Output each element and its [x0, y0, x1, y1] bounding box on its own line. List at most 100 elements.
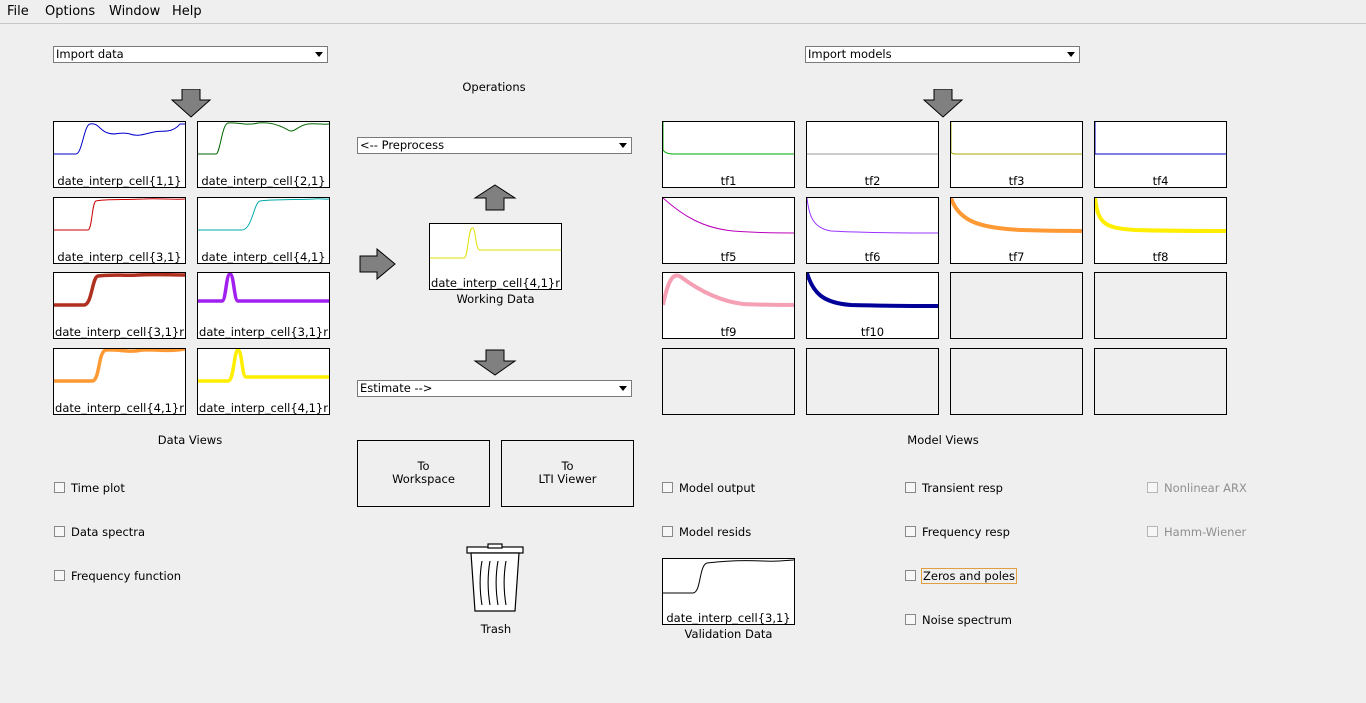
- data-views-title: Data Views: [157, 433, 223, 447]
- import-data-selected: Import data: [56, 47, 124, 61]
- data-tile[interactable]: date_interp_cell{3,1}: [53, 197, 186, 264]
- data-tile[interactable]: date_interp_cell{1,1}: [53, 121, 186, 188]
- signal-trace: [1095, 198, 1226, 233]
- model-plot: [663, 122, 794, 155]
- menu-bar: File Options Window Help: [0, 0, 1366, 24]
- data-plot: [198, 273, 329, 303]
- signal-trace: [54, 349, 185, 383]
- import-data-dropdown[interactable]: Import data: [53, 46, 328, 63]
- data-tile[interactable]: date_interp_cell{3,1}r: [197, 272, 330, 339]
- model-tile[interactable]: tf2: [806, 121, 939, 188]
- data-tile[interactable]: date_interp_cell{4,1}r: [53, 348, 186, 415]
- arrow-down-icon: [170, 89, 212, 118]
- signal-trace: [198, 122, 329, 155]
- to-lti-line2: LTI Viewer: [538, 472, 597, 486]
- validation-data-caption: Validation Data: [684, 627, 773, 641]
- estimate-selected: Estimate -->: [360, 381, 433, 395]
- menu-window[interactable]: Window: [109, 4, 160, 19]
- data-tile[interactable]: date_interp_cell{3,1}r: [53, 272, 186, 339]
- trash-icon[interactable]: [466, 543, 526, 615]
- preprocess-dropdown[interactable]: <-- Preprocess: [357, 137, 632, 154]
- menu-help[interactable]: Help: [172, 4, 202, 19]
- model-tile[interactable]: tf1: [662, 121, 795, 188]
- signal-trace: [198, 273, 329, 303]
- data-plot: [198, 122, 329, 155]
- chevron-down-icon: [315, 52, 323, 57]
- data-tile[interactable]: date_interp_cell{4,1}r: [197, 348, 330, 415]
- model-tile[interactable]: tf3: [950, 121, 1083, 188]
- data-plot: [54, 349, 185, 383]
- model-plot: [663, 273, 794, 307]
- model-tile-name: tf4: [1152, 174, 1169, 188]
- chevron-down-icon: [619, 143, 627, 148]
- data-plot: [54, 123, 185, 155]
- noise-spectrum-checkbox[interactable]: Noise spectrum: [905, 613, 1012, 627]
- signal-trace: [951, 122, 1082, 155]
- hamm-wiener-checkbox[interactable]: Hamm-Wiener: [1147, 525, 1246, 539]
- to-workspace-tile[interactable]: To Workspace: [357, 440, 490, 507]
- data-plot: [198, 349, 329, 383]
- signal-trace: [54, 273, 185, 307]
- to-lti-viewer-tile[interactable]: To LTI Viewer: [501, 440, 634, 507]
- arrow-down-icon: [922, 89, 964, 118]
- frequency-function-checkbox[interactable]: Frequency function: [54, 569, 181, 583]
- empty-model-slot[interactable]: [950, 272, 1083, 339]
- data-tile[interactable]: date_interp_cell{4,1}: [197, 197, 330, 264]
- data-tile-name: date_interp_cell{2,1}: [201, 174, 326, 188]
- transient-resp-checkbox[interactable]: Transient resp: [905, 481, 1003, 495]
- model-tile-name: tf10: [860, 325, 885, 339]
- model-tile[interactable]: tf9: [662, 272, 795, 339]
- data-tile[interactable]: date_interp_cell{2,1}: [197, 121, 330, 188]
- model-plot: [951, 122, 1082, 155]
- signal-trace: [430, 227, 561, 259]
- model-plot: [807, 273, 938, 308]
- signal-trace: [663, 122, 794, 155]
- data-tile-name: date_interp_cell{3,1}r: [55, 325, 184, 339]
- arrow-up-icon: [473, 184, 517, 211]
- empty-model-slot[interactable]: [662, 348, 795, 415]
- working-data-caption: Working Data: [456, 292, 535, 306]
- import-models-dropdown[interactable]: Import models: [805, 46, 1080, 63]
- nonlinear-arx-checkbox[interactable]: Nonlinear ARX: [1147, 481, 1247, 495]
- signal-trace: [663, 273, 794, 307]
- model-tile[interactable]: tf10: [806, 272, 939, 339]
- empty-model-slot[interactable]: [1094, 272, 1227, 339]
- chevron-down-icon: [619, 386, 627, 391]
- model-tile[interactable]: tf8: [1094, 197, 1227, 264]
- arrow-right-icon: [359, 248, 396, 281]
- operations-title: Operations: [462, 80, 526, 94]
- model-plot: [663, 198, 794, 234]
- model-tile[interactable]: tf6: [806, 197, 939, 264]
- model-resids-checkbox[interactable]: Model resids: [662, 525, 751, 539]
- validation-data-tile[interactable]: date_interp_cell{3,1}: [662, 558, 795, 625]
- data-spectra-checkbox[interactable]: Data spectra: [54, 525, 145, 539]
- data-tile-name: date_interp_cell{3,1}r: [199, 325, 328, 339]
- menu-file[interactable]: File: [7, 4, 29, 19]
- empty-model-slot[interactable]: [950, 348, 1083, 415]
- model-tile-name: tf1: [720, 174, 737, 188]
- data-tile-name: date_interp_cell{4,1}r: [199, 401, 328, 415]
- model-plot: [807, 198, 938, 234]
- data-plot: [198, 198, 329, 231]
- working-data-tile[interactable]: date_interp_cell{4,1}r: [429, 223, 562, 290]
- chevron-down-icon: [1067, 52, 1075, 57]
- working-data-plot: [430, 227, 561, 259]
- signal-trace: [663, 559, 794, 594]
- empty-model-slot[interactable]: [806, 348, 939, 415]
- estimate-dropdown[interactable]: Estimate -->: [357, 380, 632, 397]
- data-tile-name: date_interp_cell{1,1}: [57, 174, 182, 188]
- model-tile-name: tf2: [864, 174, 881, 188]
- model-plot: [807, 153, 938, 155]
- menu-options[interactable]: Options: [45, 4, 95, 19]
- validation-data-plot: [663, 559, 794, 594]
- model-tile[interactable]: tf5: [662, 197, 795, 264]
- model-output-checkbox[interactable]: Model output: [662, 481, 755, 495]
- frequency-resp-checkbox[interactable]: Frequency resp: [905, 525, 1010, 539]
- empty-model-slot[interactable]: [1094, 348, 1227, 415]
- signal-trace: [198, 198, 329, 231]
- zeros-and-poles-checkbox[interactable]: Zeros and poles: [905, 568, 1017, 584]
- model-tile[interactable]: tf7: [950, 197, 1083, 264]
- time-plot-checkbox[interactable]: Time plot: [54, 481, 125, 495]
- signal-trace: [54, 198, 185, 231]
- model-tile[interactable]: tf4: [1094, 121, 1227, 188]
